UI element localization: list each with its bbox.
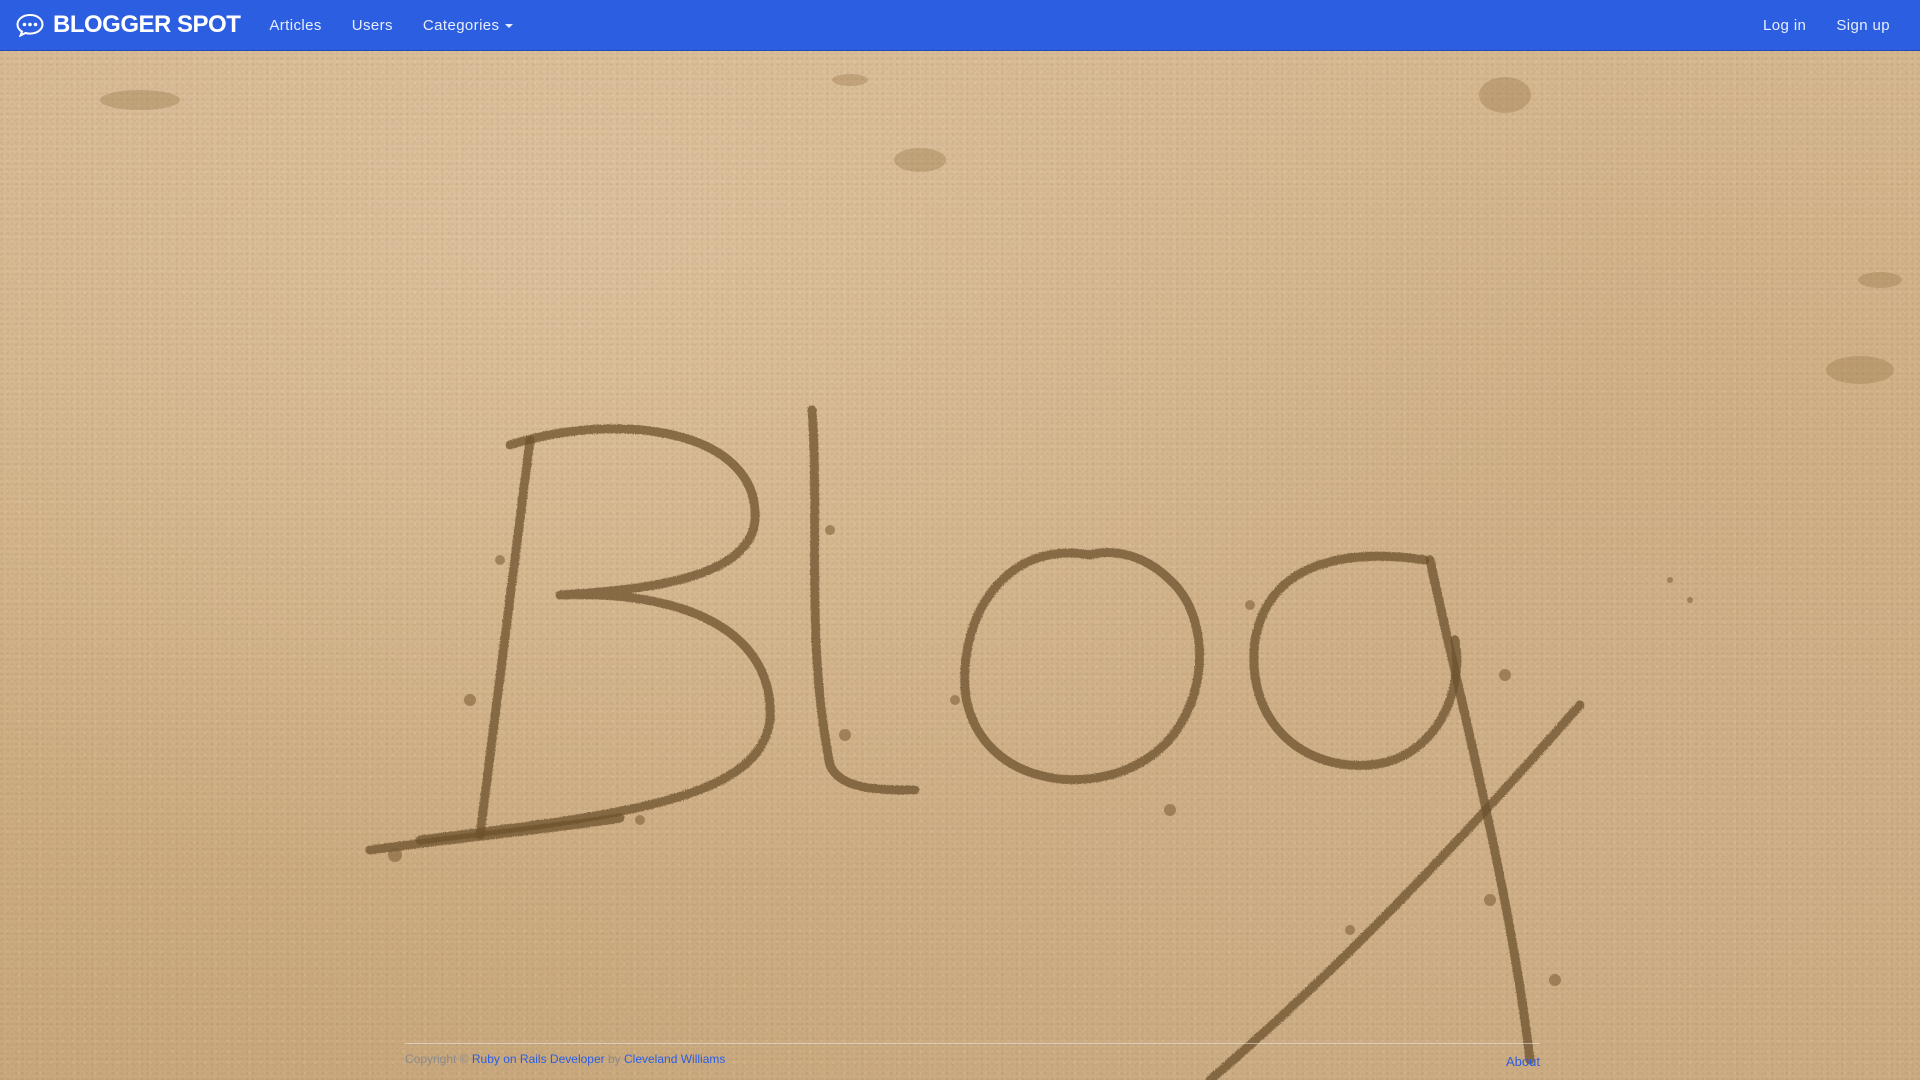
brand-logo-link[interactable]: BLOGGER SPOT: [16, 11, 241, 39]
by-text: by: [607, 1052, 621, 1066]
nav-users-link[interactable]: Users: [337, 0, 408, 51]
speech-bubble-icon: [16, 13, 44, 37]
footprints: [100, 74, 1902, 384]
developer-link[interactable]: Ruby on Rails Developer: [472, 1052, 605, 1066]
brand-name: BLOGGER SPOT: [53, 11, 241, 38]
footer-copyright: Copyright © Ruby on Rails Developer by C…: [405, 1052, 725, 1066]
page: BLOGGER SPOT Articles Users Categories L…: [0, 0, 1920, 1080]
signup-link[interactable]: Sign up: [1821, 0, 1905, 51]
nav-categories-label: Categories: [422, 16, 500, 34]
primary-nav: Articles Users Categories: [254, 0, 528, 51]
sand-writing: [365, 405, 1585, 1080]
login-link[interactable]: Log in: [1748, 0, 1821, 51]
author-link[interactable]: Cleveland Williams: [624, 1052, 725, 1066]
caret-down-icon: [505, 23, 514, 28]
about-link[interactable]: About: [1506, 1054, 1540, 1069]
copyright-text: Copyright ©: [405, 1052, 469, 1066]
page-footer: Copyright © Ruby on Rails Developer by C…: [405, 1043, 1540, 1080]
hero-background-image: [100, 74, 1902, 1080]
top-navbar: BLOGGER SPOT Articles Users Categories L…: [0, 0, 1920, 51]
nav-articles-link[interactable]: Articles: [254, 0, 336, 51]
nav-categories-dropdown[interactable]: Categories: [408, 0, 529, 51]
auth-nav: Log in Sign up: [1748, 0, 1905, 51]
